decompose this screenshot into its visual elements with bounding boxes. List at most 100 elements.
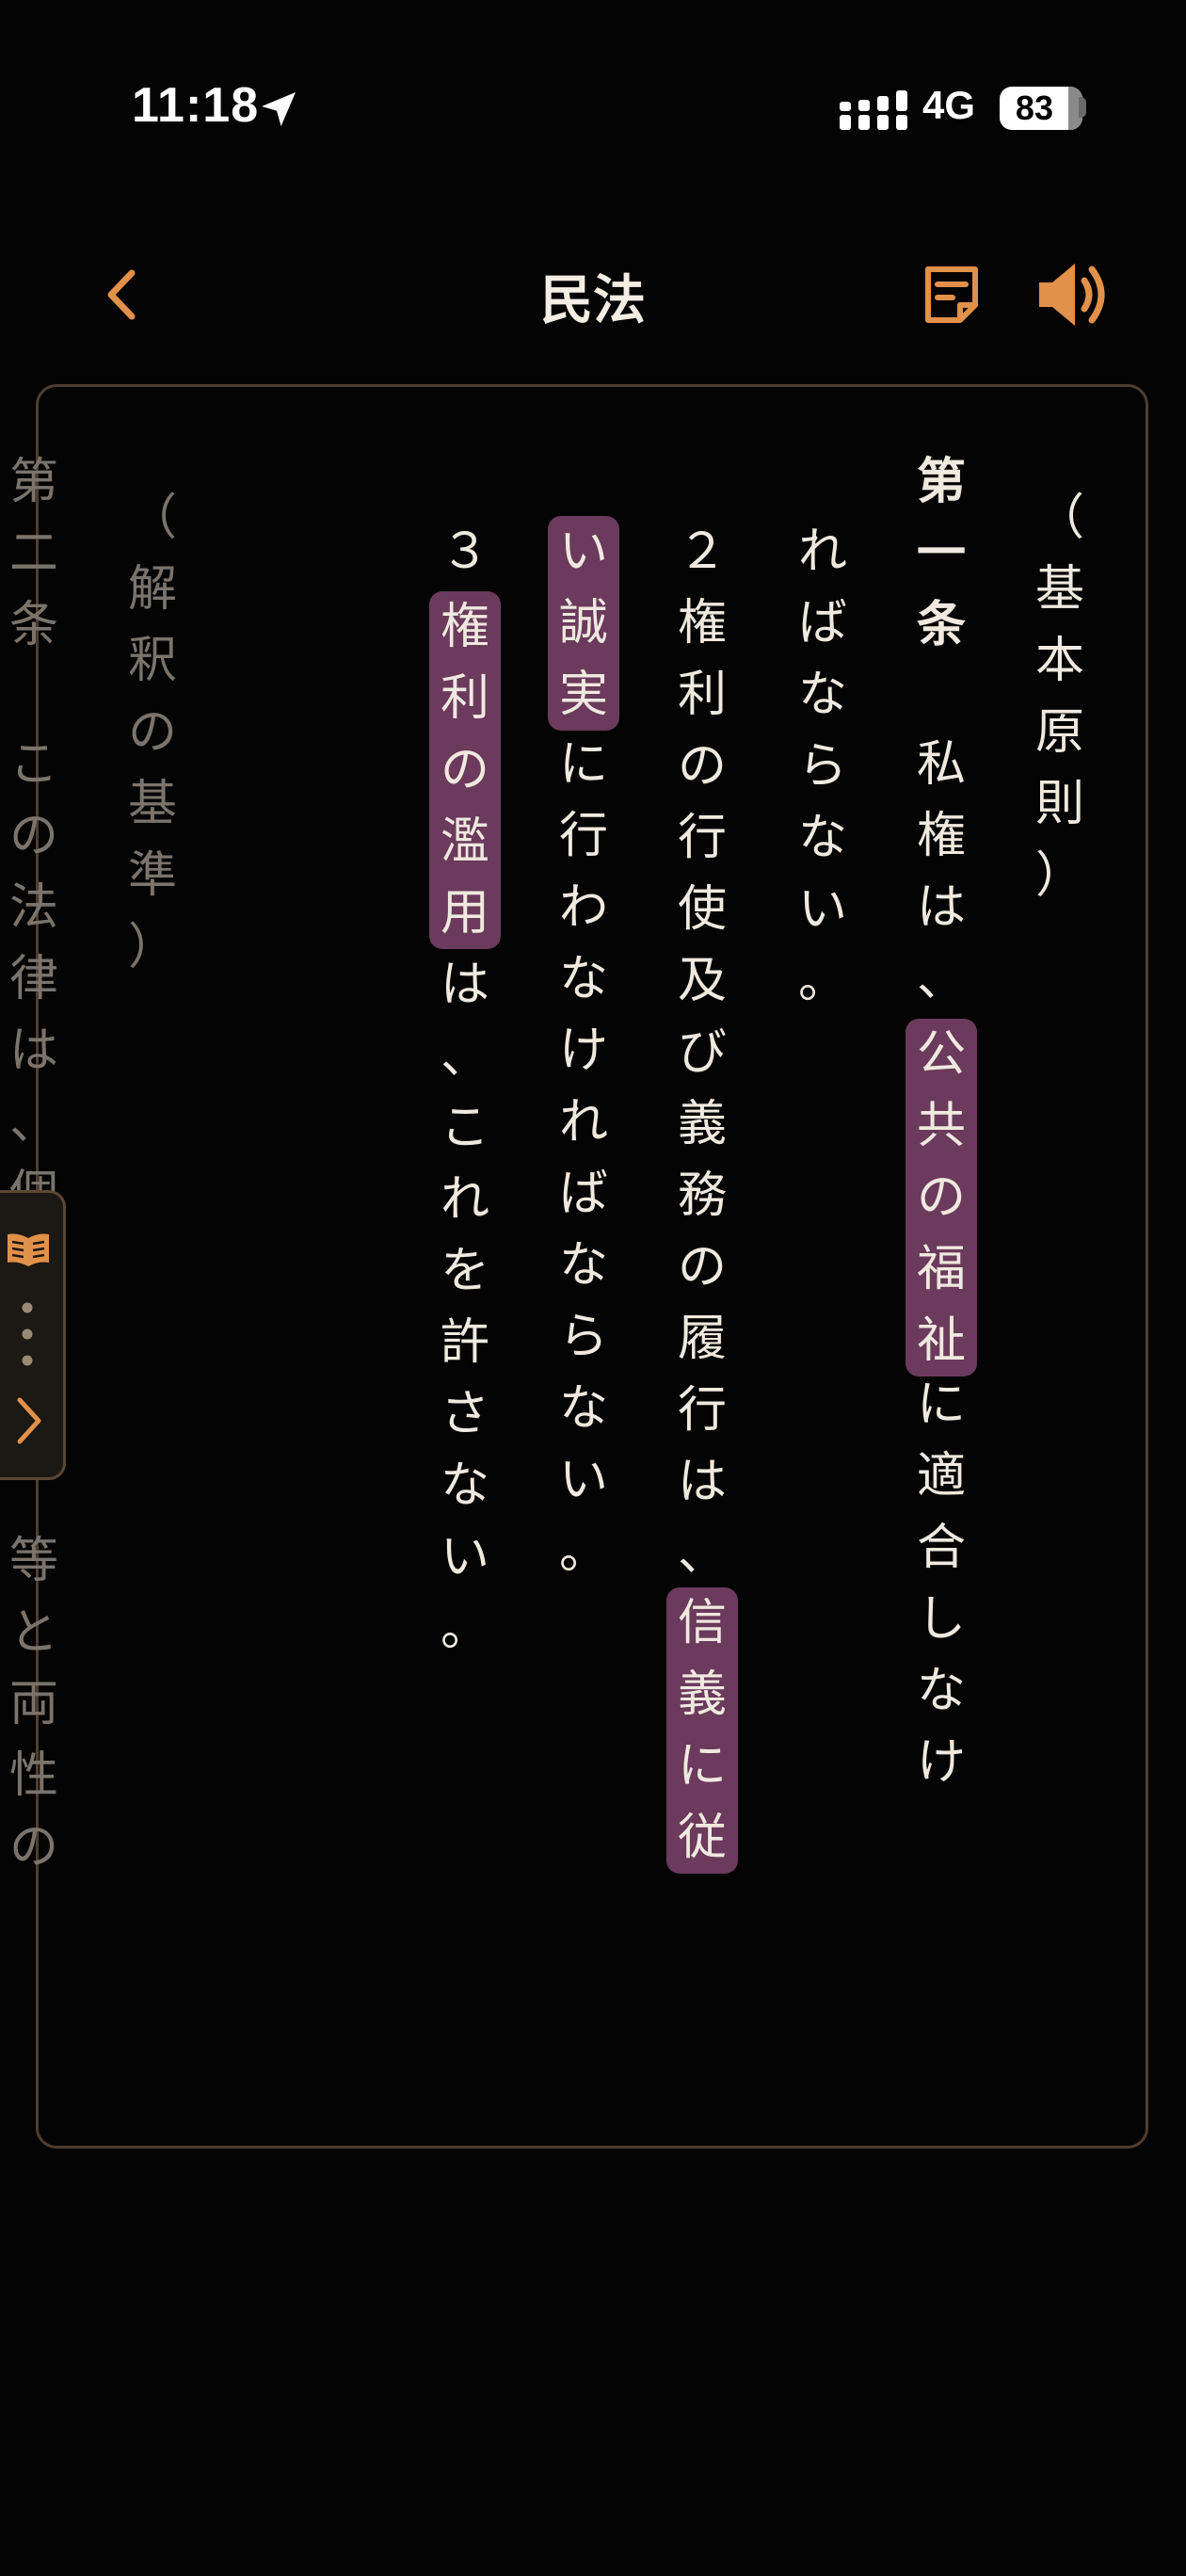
side-drawer-handle[interactable] [0,1190,66,1480]
article-1-body-a: 私権は、 [906,729,977,1015]
text-char: に [916,1377,966,1433]
chevron-right-icon[interactable] [12,1394,46,1447]
text-char: は [916,879,966,936]
text-char: 行 [558,808,608,864]
highlight-good-faith[interactable]: 信義に従 [666,1587,738,1874]
text-char[interactable]: 利 [429,663,501,734]
text-char[interactable]: 誠 [548,588,619,659]
battery-percent: 83 [1015,89,1053,127]
text-char: 。 [797,953,847,1009]
text-char[interactable]: 福 [906,1233,977,1305]
text-char: い [440,1529,489,1586]
text-char: 合 [916,1520,966,1576]
text-char[interactable]: 公 [906,1019,977,1090]
text-char: な [797,810,847,866]
text-char: 務 [677,1167,727,1224]
text-char: 原 [1034,704,1084,761]
text-char[interactable]: 従 [666,1802,738,1874]
text-char: 条 [8,597,58,653]
text-char[interactable]: 用 [429,877,501,949]
text-char: い [558,1452,608,1508]
text-char: 許 [440,1314,489,1371]
text-char: 解 [127,561,177,618]
text-char: は [8,1022,58,1079]
text-char: ） [1034,847,1084,904]
text-char: （ [127,490,177,546]
text-char: 、 [440,1028,489,1085]
text-char: ） [127,919,177,975]
text-char[interactable]: の [429,734,501,806]
text-char: は [440,957,489,1013]
text-char: は [677,1454,727,1510]
text-char: に [558,736,608,793]
text-char: こ [8,736,58,793]
text-char: 、 [677,1525,727,1582]
open-book-icon[interactable] [5,1231,52,1268]
text-char: 性 [8,1747,58,1804]
speaker-icon[interactable] [1035,260,1111,330]
highlight-public-welfare[interactable]: 公共の福祉 [906,1019,977,1377]
text-char: 両 [8,1676,58,1732]
location-arrow-icon [262,92,296,126]
text-char: れ [440,1171,489,1228]
text-char: 基 [1034,561,1084,618]
text-char[interactable]: 実 [548,659,619,731]
text-char[interactable]: 権 [429,591,501,663]
text-char: け [916,1734,966,1791]
text-char: 行 [677,810,727,866]
reader-screen: 11:18 4G 83 民法 （基本原則） 第一条 私権は、 公 共 の 福 祉… [0,0,1186,2576]
text-char: 等 [8,1533,58,1589]
text-char: の [8,808,58,864]
text-char: を [440,1243,489,1299]
text-char: （ [1034,490,1084,546]
article-1-number: 第一条 [906,446,977,661]
text-char: 基 [127,776,177,832]
text-char: 則 [1034,776,1084,832]
text-char: な [797,667,847,723]
more-dots-icon[interactable] [20,1296,35,1372]
text-char: の [677,1239,727,1296]
text-char: け [558,1022,608,1079]
highlight-sincerity[interactable]: い誠実 [548,516,619,731]
article-1-para-3: は、これを許さない。 [429,949,501,1665]
text-char: 私 [916,736,966,793]
text-char: 律 [8,951,58,1007]
text-char: と [8,1604,58,1661]
text-char: な [440,1457,489,1514]
highlight-abuse-of-rights[interactable]: 権利の濫用 [429,591,501,949]
article-2-number: 第二条 [0,446,70,661]
text-char[interactable]: 信 [666,1587,738,1659]
article-1-para-2-b: に行わなければならない。 [548,729,619,1587]
text-char: れ [558,1094,608,1151]
text-char: 第 [916,453,966,510]
text-char: ら [797,738,847,795]
article-1-para-2-a: ２ 権利の行使及び義務の履行は、 [666,516,738,1589]
text-char: 適 [916,1448,966,1505]
text-char[interactable]: 濫 [429,806,501,877]
text-char: 第 [8,454,58,510]
article-1-body-b: に適合しなけ [906,1369,977,1798]
text-char: 二 [8,525,58,582]
text-char: 釈 [127,633,177,689]
text-char[interactable]: の [906,1162,977,1233]
article-1-body-c: ればならない。 [787,516,858,1017]
page-title: 民法 [540,269,646,331]
text-char: な [558,951,608,1007]
text-char: な [916,1663,966,1719]
text-char: の [8,1819,58,1876]
text-char[interactable]: 義 [666,1659,738,1731]
text-char[interactable]: 共 [906,1090,977,1162]
back-button[interactable] [94,262,151,328]
text-char: 、 [8,1094,58,1151]
text-char[interactable]: い [548,516,619,588]
text-char[interactable]: に [666,1731,738,1802]
text-char: 行 [677,1382,727,1439]
text-char: 。 [440,1601,489,1657]
text-char: な [558,1380,608,1437]
article-heading-2: （ 解釈の基準 ） [117,482,188,983]
text-char: わ [558,879,608,936]
text-char: 履 [677,1311,727,1367]
memo-icon[interactable] [919,262,985,328]
text-char: 本 [1034,633,1084,689]
text-char[interactable]: 祉 [906,1305,977,1377]
